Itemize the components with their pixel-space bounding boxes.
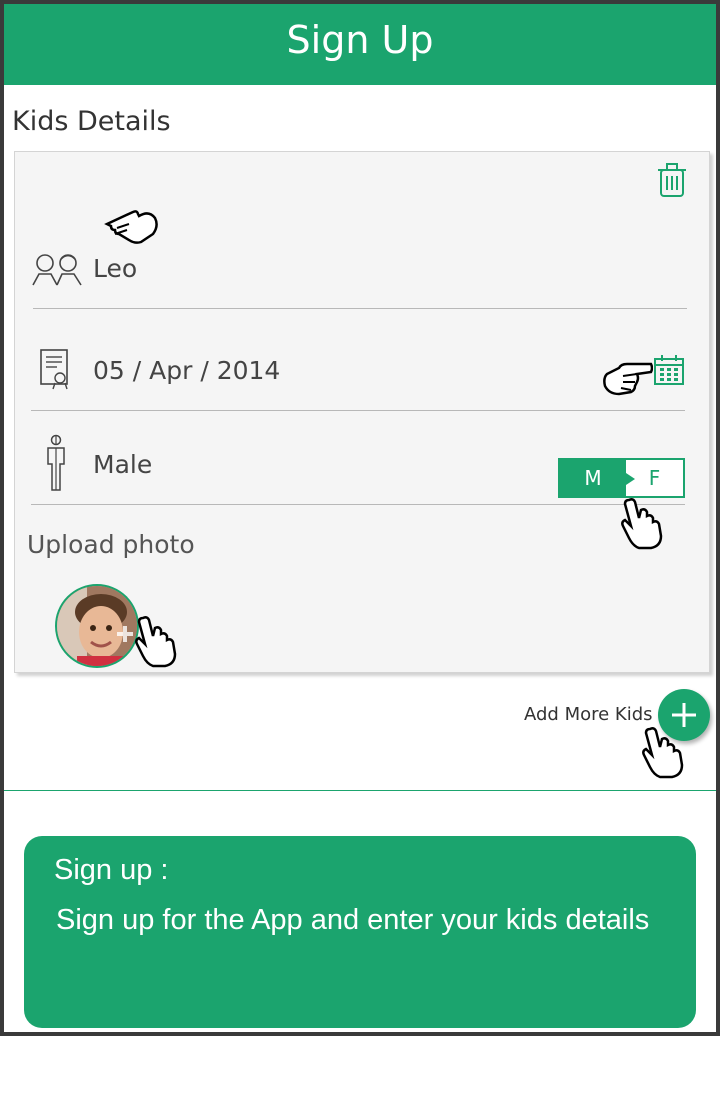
info-title: Sign up : — [54, 854, 169, 886]
name-field[interactable]: Leo — [93, 254, 137, 283]
trash-icon[interactable] — [657, 162, 687, 198]
hand-pointer-icon — [621, 498, 663, 550]
gender-toggle[interactable]: M F — [558, 458, 685, 498]
calendar-icon[interactable] — [653, 354, 685, 386]
hand-pointer-icon — [603, 362, 653, 396]
add-more-kids-label[interactable]: Add More Kids — [524, 704, 653, 725]
gender-toggle-female[interactable]: F — [626, 460, 683, 496]
name-divider — [33, 308, 687, 309]
info-body: Sign up for the App and enter your kids … — [56, 904, 650, 936]
page-title: Sign Up — [286, 18, 434, 62]
gender-icon — [47, 434, 65, 491]
kid-photo-avatar[interactable] — [55, 584, 139, 668]
header-bar: Sign Up — [4, 4, 716, 85]
app-frame: Sign Up Kids Details Leo 05 / Apr / 2014… — [0, 0, 720, 1036]
kid-photo-image — [57, 586, 137, 666]
info-box: Sign up : Sign up for the App and enter … — [24, 836, 696, 1028]
kid-card: Leo 05 / Apr / 2014 Male M F Upload phot… — [14, 151, 710, 673]
kids-icon — [32, 254, 82, 286]
dob-field[interactable]: 05 / Apr / 2014 — [93, 356, 280, 385]
hand-pointer-icon — [642, 727, 684, 779]
gender-field: Male — [93, 450, 153, 479]
hand-pointer-icon — [104, 210, 158, 244]
certificate-icon — [40, 349, 68, 390]
upload-label: Upload photo — [27, 530, 195, 559]
kids-panel: Kids Details Leo 05 / Apr / 2014 Male M … — [4, 85, 716, 791]
gender-toggle-male[interactable]: M — [560, 460, 635, 496]
gender-divider — [31, 504, 685, 505]
hand-pointer-icon — [135, 616, 177, 668]
section-title: Kids Details — [12, 106, 171, 137]
dob-divider — [31, 410, 685, 411]
